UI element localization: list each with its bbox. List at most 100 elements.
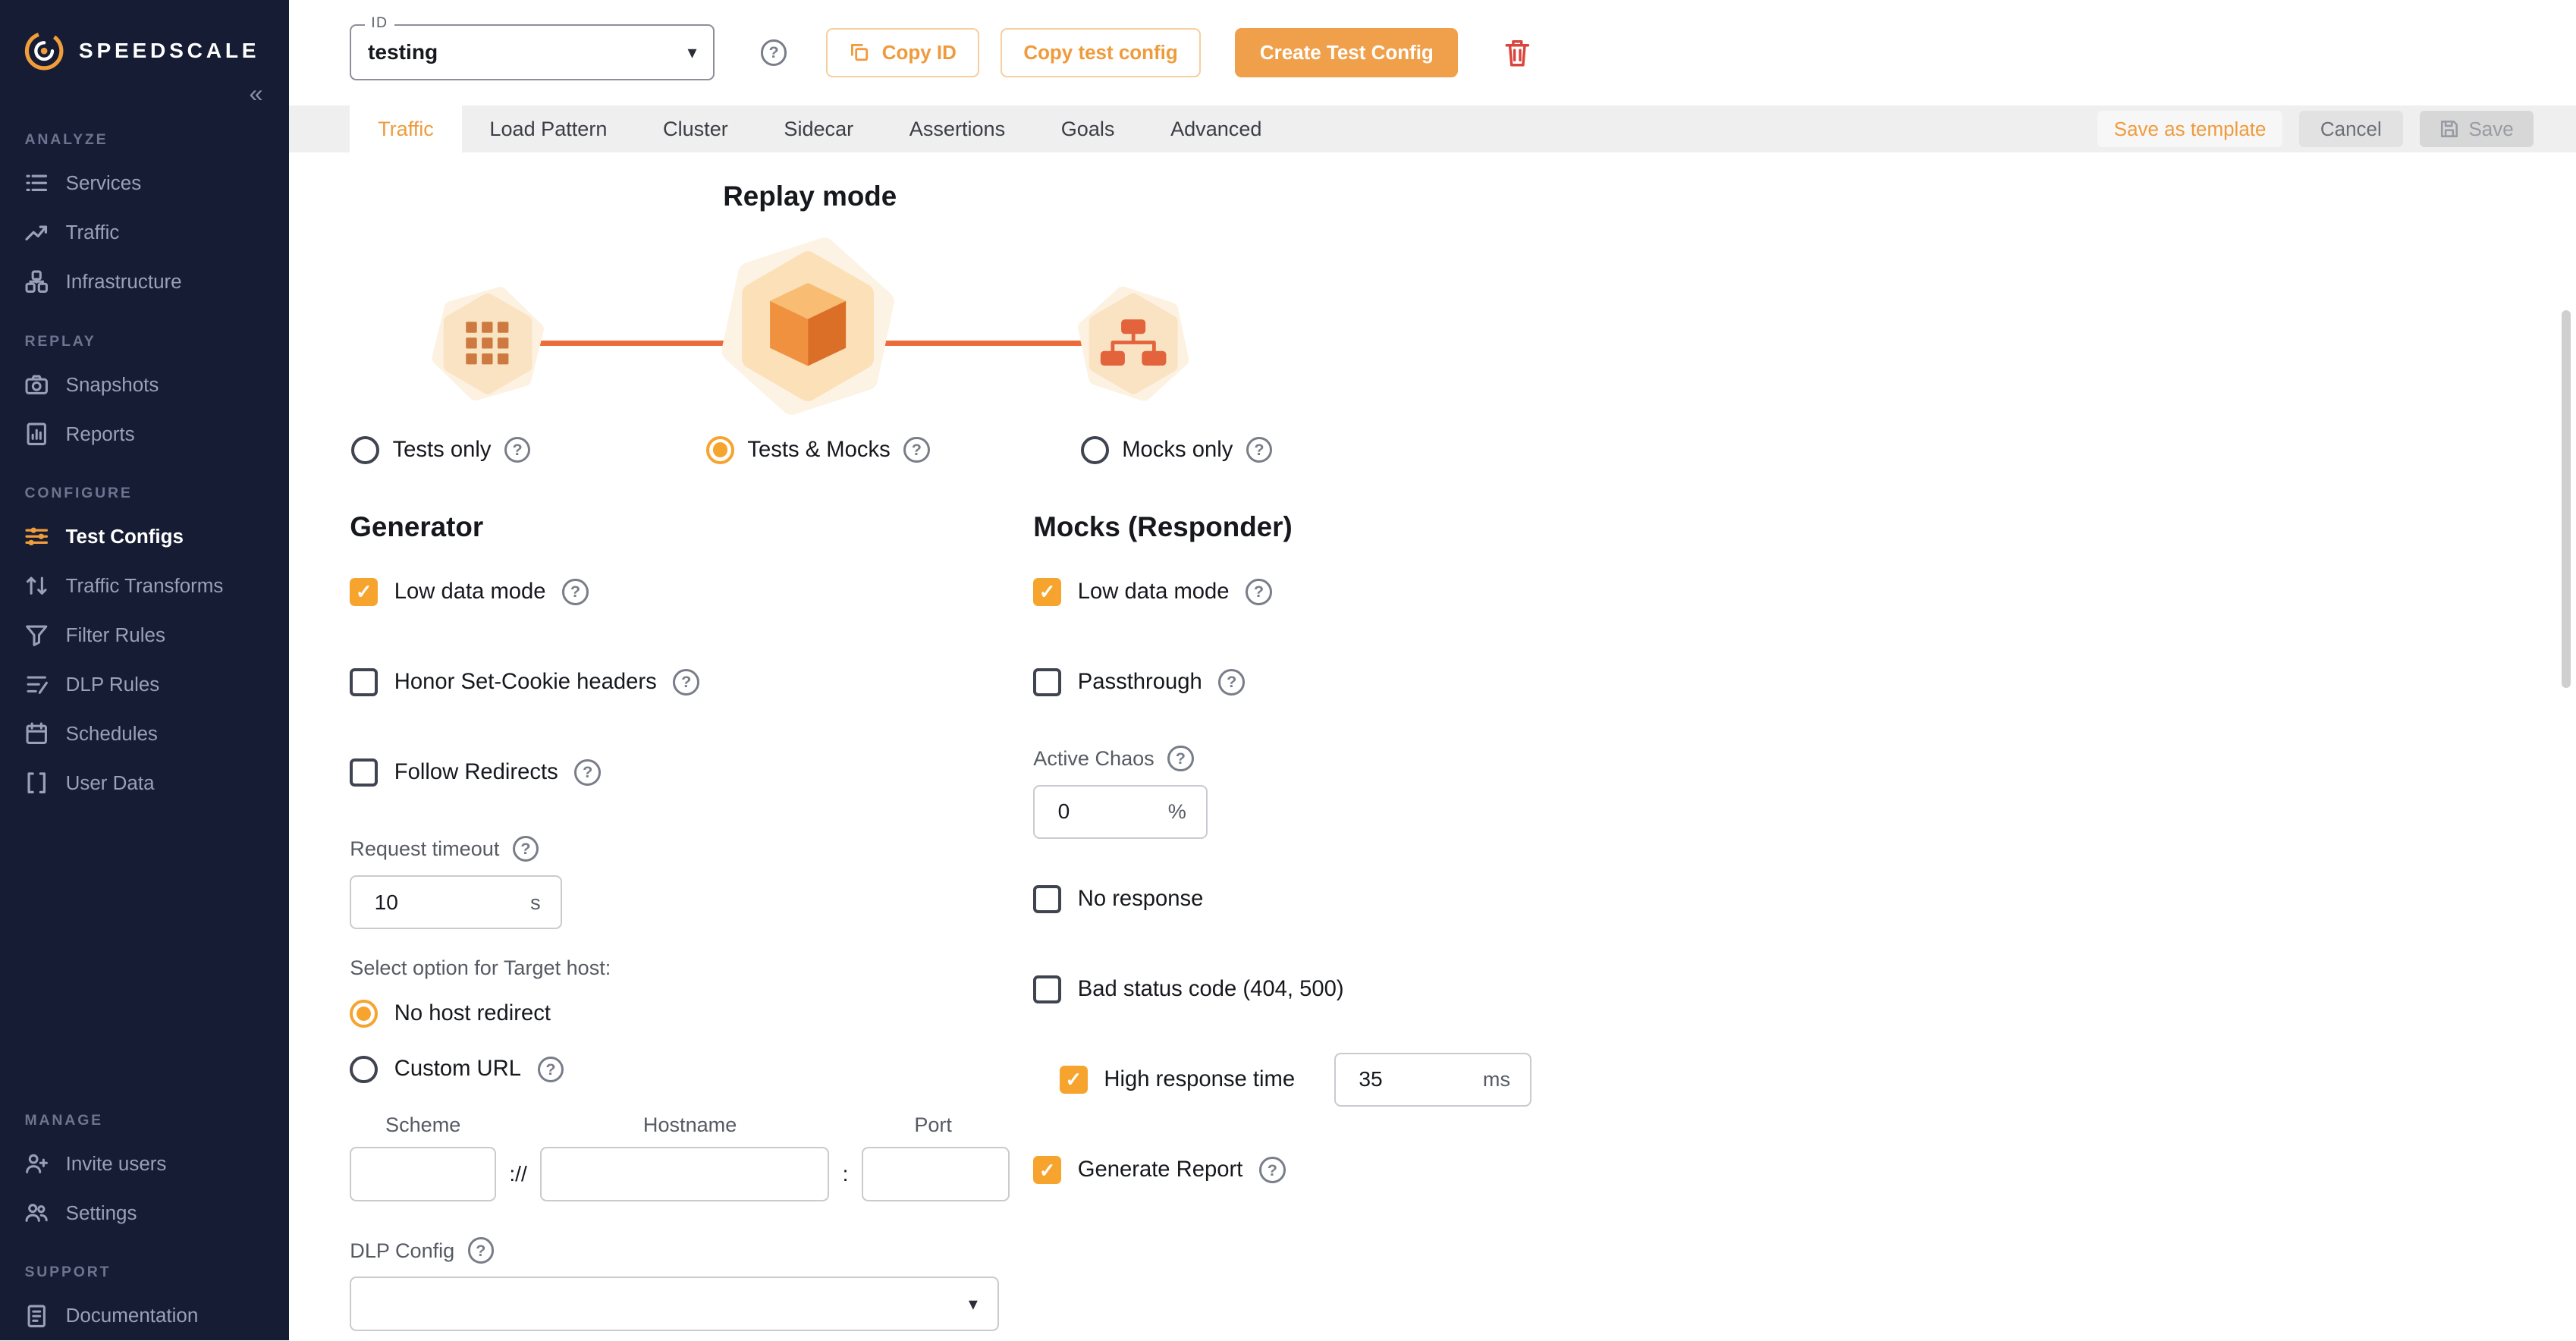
test-config-id-select[interactable]: ID testing ▾ xyxy=(350,24,715,80)
custom-url-help-icon[interactable]: ? xyxy=(538,1057,564,1083)
sidebar-item-documentation[interactable]: Documentation xyxy=(0,1291,289,1340)
sidebar-item-label: Snapshots xyxy=(66,373,159,397)
sidebar-item-test-configs[interactable]: Test Configs xyxy=(0,512,289,561)
follow-redirects-row: Follow Redirects ? xyxy=(350,758,1033,787)
tab-traffic[interactable]: Traffic xyxy=(350,105,461,153)
mocks-only-radio[interactable] xyxy=(1081,436,1109,464)
checkbox-label: Passthrough xyxy=(1078,670,1202,695)
bad-status-code-checkbox[interactable] xyxy=(1033,975,1061,1003)
active-chaos-label: Active Chaos xyxy=(1033,746,1154,771)
tab-label: Load Pattern xyxy=(489,117,607,141)
save-as-template-button[interactable]: Save as template xyxy=(2097,111,2282,147)
sidebar-item-services[interactable]: Services xyxy=(0,159,289,208)
dlp-config-label-row: DLP Config ? xyxy=(350,1237,1033,1264)
sidebar-item-label: DLP Rules xyxy=(66,673,160,696)
sidebar-item-filter-rules[interactable]: Filter Rules xyxy=(0,611,289,660)
no-host-redirect-row[interactable]: No host redirect xyxy=(350,1000,1033,1028)
active-chaos-input[interactable] xyxy=(1054,798,1120,825)
section-label-support: SUPPORT xyxy=(0,1238,289,1292)
sidebar-item-label: User Data xyxy=(66,771,155,795)
id-help-icon[interactable]: ? xyxy=(761,39,787,66)
sidebar-item-reports[interactable]: Reports xyxy=(0,410,289,459)
save-button[interactable]: Save xyxy=(2420,111,2534,147)
tests-only-radio[interactable] xyxy=(351,436,379,464)
sidebar-item-schedules[interactable]: Schedules xyxy=(0,709,289,758)
dlp-config-select[interactable]: ▾ xyxy=(350,1277,998,1330)
topbar: ID testing ▾ ? Copy ID Copy test config … xyxy=(289,0,2576,105)
tests-and-mocks-radio[interactable] xyxy=(706,436,734,464)
sidebar-item-dlp-rules[interactable]: DLP Rules xyxy=(0,660,289,709)
create-test-config-button[interactable]: Create Test Config xyxy=(1235,28,1458,77)
sidebar-item-label: Infrastructure xyxy=(66,270,182,294)
sidebar-item-user-data[interactable]: User Data xyxy=(0,758,289,808)
request-timeout-help-icon[interactable]: ? xyxy=(513,836,539,862)
checkbox-label: High response time xyxy=(1104,1067,1295,1092)
high-response-time-checkbox[interactable]: ✓ xyxy=(1060,1066,1088,1094)
chevron-down-icon: ▾ xyxy=(687,42,696,64)
generator-low-data-help-icon[interactable]: ? xyxy=(562,579,589,605)
create-test-config-label: Create Test Config xyxy=(1260,41,1434,64)
sidebar-item-label: Documentation xyxy=(66,1304,199,1327)
tests-only-help-icon[interactable]: ? xyxy=(504,437,531,463)
tab-advanced[interactable]: Advanced xyxy=(1142,105,1290,153)
dlp-list-icon xyxy=(24,672,49,696)
save-floppy-icon xyxy=(2439,119,2459,139)
request-timeout-input-wrap: s xyxy=(350,875,561,929)
user-plus-icon xyxy=(24,1151,49,1176)
sidebar-item-snapshots[interactable]: Snapshots xyxy=(0,360,289,410)
low-data-mode-row: ✓ Low data mode ? xyxy=(350,578,1033,606)
generator-low-data-mode-checkbox[interactable]: ✓ xyxy=(350,578,378,606)
delete-test-config-button[interactable] xyxy=(1504,38,1531,68)
port-input[interactable] xyxy=(862,1147,1010,1201)
tab-assertions[interactable]: Assertions xyxy=(881,105,1033,153)
checkbox-label: Follow Redirects xyxy=(394,760,558,785)
section-label-analyze: ANALYZE xyxy=(0,105,289,159)
custom-url-row[interactable]: Custom URL ? xyxy=(350,1056,1033,1084)
no-response-checkbox[interactable] xyxy=(1033,885,1061,913)
sidebar-item-traffic[interactable]: Traffic xyxy=(0,208,289,257)
sidebar-item-invite-users[interactable]: Invite users xyxy=(0,1139,289,1189)
active-chaos-help-icon[interactable]: ? xyxy=(1167,746,1194,772)
honor-set-cookie-help-icon[interactable]: ? xyxy=(673,669,699,696)
scrollbar[interactable] xyxy=(2562,310,2571,688)
tab-goals[interactable]: Goals xyxy=(1033,105,1142,153)
sidebar-item-infrastructure[interactable]: Infrastructure xyxy=(0,257,289,306)
tests-and-mocks-help-icon[interactable]: ? xyxy=(903,437,930,463)
copy-id-button[interactable]: Copy ID xyxy=(826,28,979,77)
mocks-low-data-help-icon[interactable]: ? xyxy=(1246,579,1272,605)
follow-redirects-checkbox[interactable] xyxy=(350,758,378,787)
honor-set-cookie-checkbox[interactable] xyxy=(350,668,378,696)
hostname-input[interactable] xyxy=(540,1147,829,1201)
dlp-config-help-icon[interactable]: ? xyxy=(468,1237,495,1264)
high-response-time-input[interactable] xyxy=(1356,1066,1422,1093)
mocks-only-help-icon[interactable]: ? xyxy=(1246,437,1273,463)
no-host-redirect-radio[interactable] xyxy=(350,1000,378,1028)
tab-sidecar[interactable]: Sidecar xyxy=(756,105,881,153)
sidebar-item-label: Invite users xyxy=(66,1152,167,1176)
request-timeout-input[interactable] xyxy=(371,888,461,915)
camera-icon xyxy=(24,372,49,397)
sidebar-item-traffic-transforms[interactable]: Traffic Transforms xyxy=(0,561,289,611)
generate-report-checkbox[interactable]: ✓ xyxy=(1033,1156,1061,1184)
passthrough-checkbox[interactable] xyxy=(1033,668,1061,696)
custom-url-inputs-row: :// : xyxy=(350,1147,1033,1201)
tab-load-pattern[interactable]: Load Pattern xyxy=(462,105,636,153)
honor-set-cookie-row: Honor Set-Cookie headers ? xyxy=(350,668,1033,696)
mocks-low-data-mode-row: ✓ Low data mode ? xyxy=(1033,578,1739,606)
scheme-input[interactable] xyxy=(350,1147,496,1201)
copy-test-config-button[interactable]: Copy test config xyxy=(1001,28,1201,77)
mocks-low-data-mode-checkbox[interactable]: ✓ xyxy=(1033,578,1061,606)
tab-cluster[interactable]: Cluster xyxy=(635,105,756,153)
sidebar-collapse-icon[interactable]: « xyxy=(249,82,262,105)
mode-tests-and-mocks[interactable]: Tests & Mocks ? xyxy=(706,436,929,464)
bad-status-code-row: Bad status code (404, 500) xyxy=(1033,975,1739,1003)
mode-tests-only[interactable]: Tests only ? xyxy=(351,436,530,464)
section-label-configure: CONFIGURE xyxy=(0,459,289,513)
generate-report-help-icon[interactable]: ? xyxy=(1259,1157,1286,1183)
passthrough-help-icon[interactable]: ? xyxy=(1218,669,1245,696)
sidebar-item-settings[interactable]: Settings xyxy=(0,1189,289,1238)
mode-mocks-only[interactable]: Mocks only ? xyxy=(1081,436,1272,464)
custom-url-radio[interactable] xyxy=(350,1056,378,1084)
cancel-button[interactable]: Cancel xyxy=(2299,111,2403,147)
follow-redirects-help-icon[interactable]: ? xyxy=(574,759,601,786)
